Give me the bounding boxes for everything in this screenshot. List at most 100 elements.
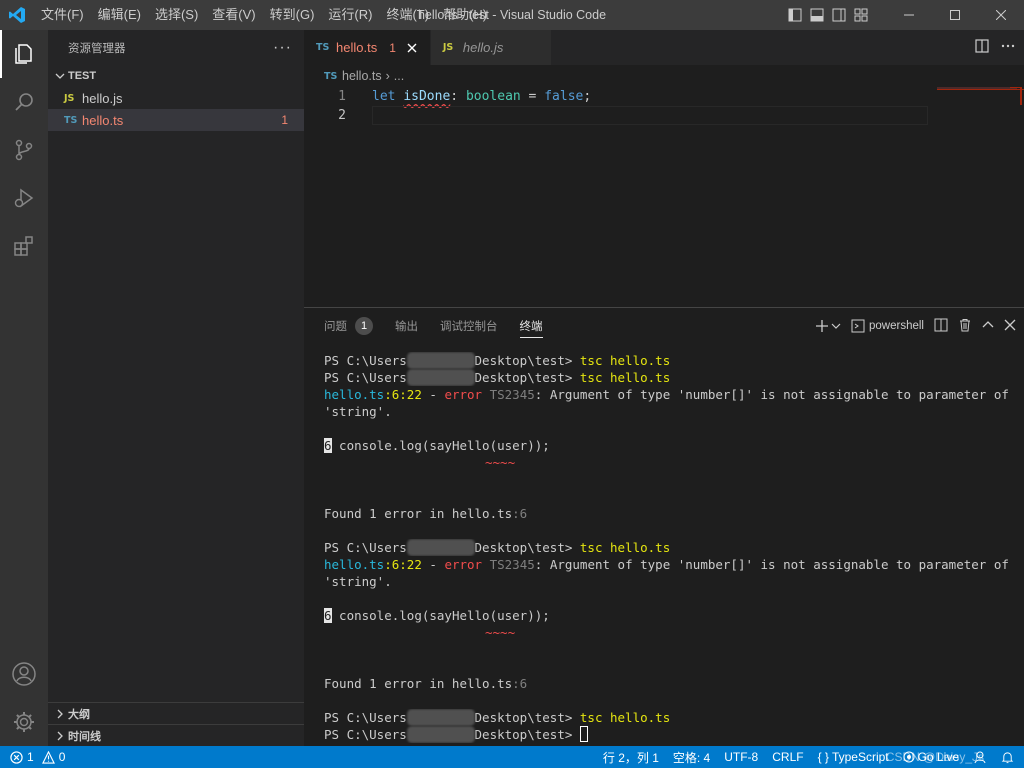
command: tsc hello.ts xyxy=(579,710,671,725)
code-snippet: console.log(sayHello(user)); xyxy=(331,608,550,623)
menu-help[interactable]: 帮助(H) xyxy=(436,0,494,30)
tab-terminal[interactable]: 终端 xyxy=(519,308,543,344)
terminal-line: 6 console.log(sayHello(user)); xyxy=(324,437,1014,454)
tab-output[interactable]: 输出 xyxy=(395,308,418,344)
outline-section[interactable]: 大纲 xyxy=(48,702,304,724)
terminal-line: Found 1 error in hello.ts:6 xyxy=(324,505,1014,522)
menu-run[interactable]: 运行(R) xyxy=(321,0,379,30)
toggle-secondary-sidebar-icon[interactable] xyxy=(828,0,850,30)
language-mode[interactable]: { } TypeScript xyxy=(818,750,889,764)
notifications-bell-icon[interactable] xyxy=(1001,751,1014,764)
accounts-icon[interactable] xyxy=(0,650,48,698)
split-terminal-icon[interactable] xyxy=(934,318,948,335)
tab-debug-console[interactable]: 调试控制台 xyxy=(440,308,498,344)
folder-header[interactable]: TEST xyxy=(48,65,304,87)
error-dash: - xyxy=(421,557,445,572)
menu-file[interactable]: 文件(F) xyxy=(34,0,91,30)
problems-status[interactable]: 1 0 xyxy=(0,750,65,764)
search-icon[interactable] xyxy=(0,78,48,126)
found-position: :6 xyxy=(512,506,528,521)
ts-file-icon: TS xyxy=(316,42,330,53)
variable-with-error: isDone xyxy=(403,89,451,104)
code-line: 1 let isDone: boolean = false; xyxy=(304,87,1024,106)
menu-selection[interactable]: 选择(S) xyxy=(148,0,205,30)
problems-count-badge: 1 xyxy=(355,317,373,335)
outline-label: 大纲 xyxy=(68,708,90,721)
maximize-panel-icon[interactable] xyxy=(982,319,994,334)
more-actions-icon[interactable]: ··· xyxy=(273,39,292,57)
vscode-logo-icon xyxy=(0,0,34,30)
indentation[interactable]: 空格: 4 xyxy=(673,749,710,766)
watermark: CSDN @Daisy_Js xyxy=(885,750,984,764)
cursor-position[interactable]: 行 2，列 1 xyxy=(603,749,659,766)
terminal-line: 6 console.log(sayHello(user)); xyxy=(324,607,1014,624)
encoding[interactable]: UTF-8 xyxy=(724,750,758,764)
terminal-selector[interactable]: powershell xyxy=(851,319,924,333)
breadcrumb-symbol[interactable]: ... xyxy=(394,69,404,83)
tab-hello-js[interactable]: JS hello.js xyxy=(430,30,553,65)
shell-name: powershell xyxy=(869,320,924,332)
code-snippet: console.log(sayHello(user)); xyxy=(331,438,550,453)
breadcrumb-file[interactable]: hello.ts xyxy=(342,69,382,83)
code-editor[interactable]: 1 let isDone: boolean = false; 2 xyxy=(304,87,1024,307)
folder-name: TEST xyxy=(68,70,97,82)
terminal-line: PS C:\UsersxxxxxxxxxDesktop\test> tsc he… xyxy=(324,539,1014,556)
split-editor-icon[interactable] xyxy=(974,38,990,57)
new-terminal-icon[interactable] xyxy=(815,319,841,333)
error-word: error xyxy=(444,557,483,572)
terminal-output[interactable]: PS C:\UsersxxxxxxxxxDesktop\test> tsc he… xyxy=(324,352,1014,743)
terminal-line: PS C:\UsersxxxxxxxxxDesktop\test> tsc he… xyxy=(324,369,1014,386)
error-message: : Argument of type 'number[]' is not ass… xyxy=(534,387,1014,402)
manage-gear-icon[interactable] xyxy=(0,698,48,746)
terminal-line: Found 1 error in hello.ts:6 xyxy=(324,675,1014,692)
error-count: 1 xyxy=(27,750,34,764)
menu-terminal[interactable]: 终端(T) xyxy=(379,0,436,30)
toggle-sidebar-icon[interactable] xyxy=(784,0,806,30)
customize-layout-icon[interactable] xyxy=(850,0,872,30)
tab-problems[interactable]: 问题 1 xyxy=(324,308,373,344)
breadcrumb: TS hello.ts › ... xyxy=(304,65,1024,87)
minimize-icon[interactable] xyxy=(886,0,932,30)
terminal-line: 'string'. xyxy=(324,574,392,589)
tab-hello-ts[interactable]: TS hello.ts 1 xyxy=(304,30,431,65)
prompt-prefix: PS C:\Users xyxy=(324,727,407,742)
more-actions-icon[interactable] xyxy=(1000,38,1016,57)
menu-edit[interactable]: 编辑(E) xyxy=(91,0,148,30)
found-text: Found 1 error in hello.ts xyxy=(324,676,513,691)
extensions-icon[interactable] xyxy=(0,222,48,270)
prompt-suffix: Desktop\test> xyxy=(474,710,573,725)
terminal-line: PS C:\UsersxxxxxxxxxDesktop\test> tsc he… xyxy=(324,352,1014,369)
timeline-section[interactable]: 时间线 xyxy=(48,724,304,746)
prompt-suffix: Desktop\test> xyxy=(474,727,573,742)
menu-go[interactable]: 转到(G) xyxy=(263,0,322,30)
redacted-username: xxxxxxxxx xyxy=(406,709,475,726)
close-tab-icon[interactable] xyxy=(404,40,420,56)
ts-file-icon: TS xyxy=(64,114,78,126)
toggle-panel-icon[interactable] xyxy=(806,0,828,30)
source-control-icon[interactable] xyxy=(0,126,48,174)
kill-terminal-icon[interactable] xyxy=(958,318,972,335)
tab-label: hello.ts xyxy=(336,40,378,55)
explorer-icon[interactable] xyxy=(0,30,48,78)
terminal-line: 'string'. xyxy=(324,404,392,419)
close-panel-icon[interactable] xyxy=(1004,319,1016,334)
explorer-title: 资源管理器 xyxy=(68,42,126,55)
js-file-icon: JS xyxy=(64,92,75,104)
breadcrumb-separator: › xyxy=(385,69,390,83)
terminal-line: hello.ts:6:22 - error TS2345: Argument o… xyxy=(324,556,1014,573)
scrollbar-error-marker xyxy=(1010,87,1022,105)
file-item-hello-js[interactable]: JS hello.js xyxy=(48,87,304,109)
line-ending[interactable]: CRLF xyxy=(772,750,803,764)
maximize-icon[interactable] xyxy=(932,0,978,30)
file-item-hello-ts[interactable]: TS hello.ts 1 xyxy=(48,109,304,131)
type-name: boolean xyxy=(465,89,521,104)
close-window-icon[interactable] xyxy=(978,0,1024,30)
error-file: hello.ts xyxy=(324,557,385,572)
menu-view[interactable]: 查看(V) xyxy=(205,0,262,30)
found-position: :6 xyxy=(512,676,528,691)
activity-bar xyxy=(0,30,48,746)
command: tsc hello.ts xyxy=(579,540,671,555)
run-debug-icon[interactable] xyxy=(0,174,48,222)
keyword: let xyxy=(372,89,396,104)
